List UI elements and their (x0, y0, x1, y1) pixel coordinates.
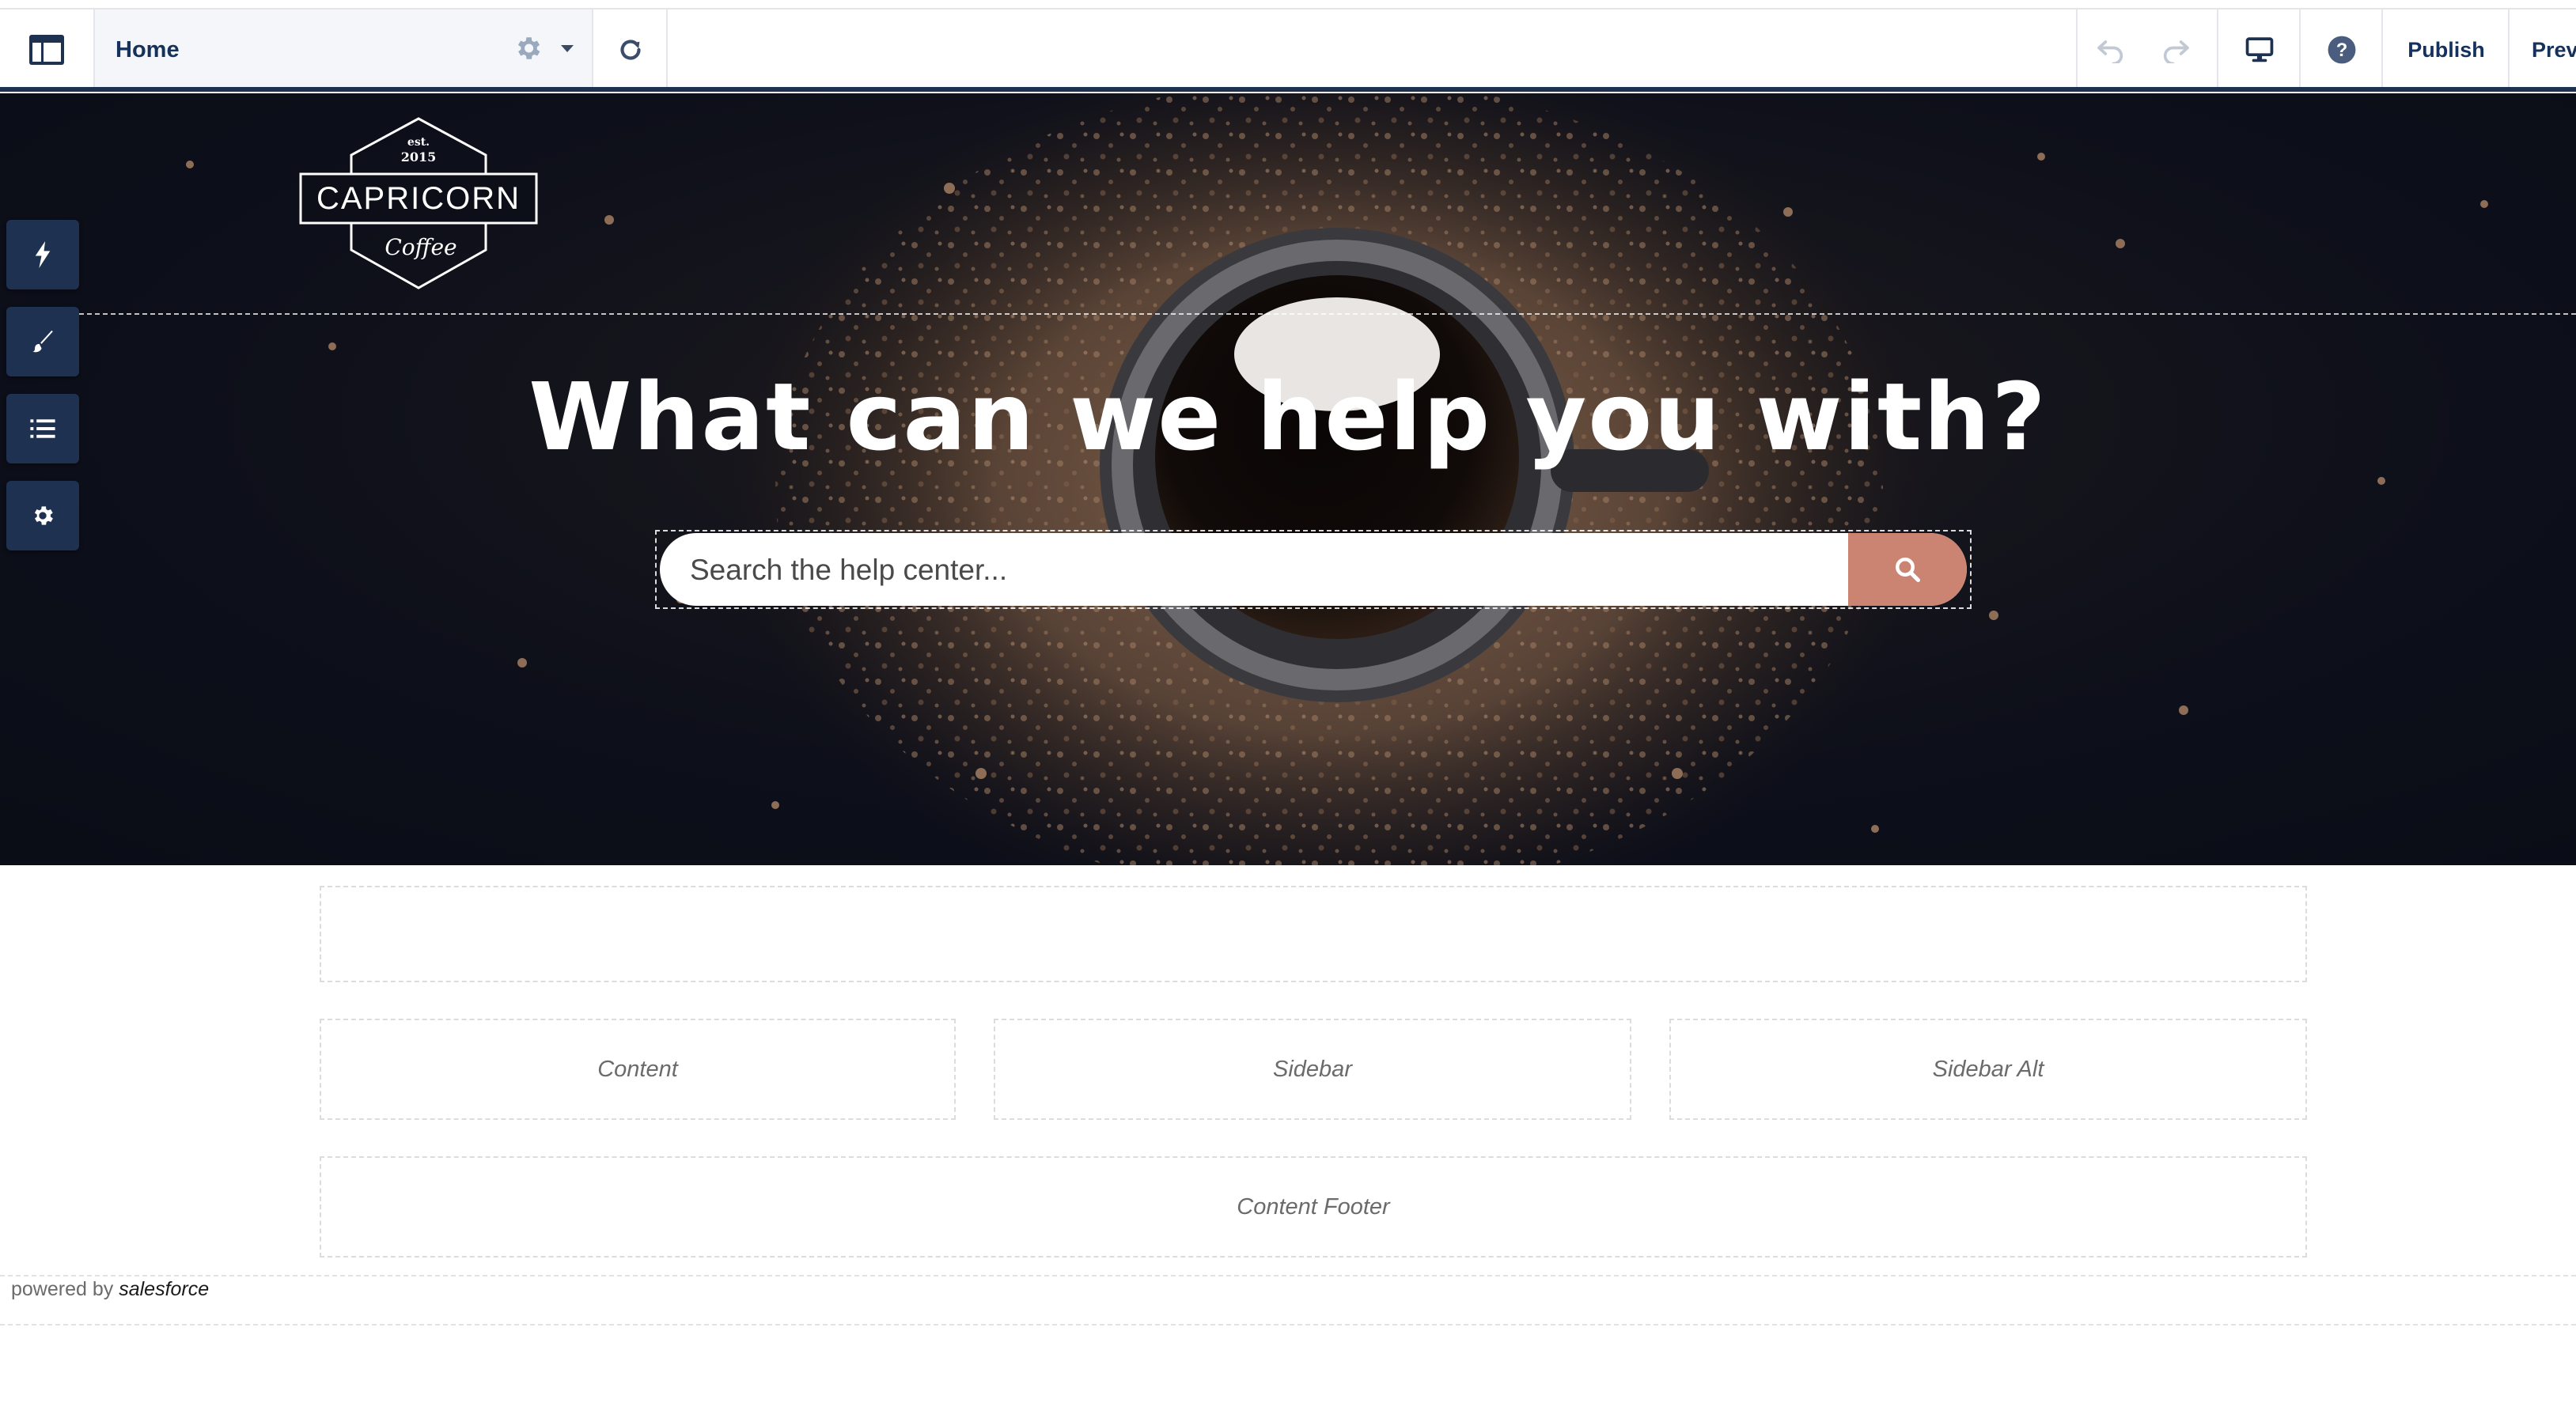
hero-headline: What can we help you with? (528, 362, 2048, 471)
powered-by-footer: powered by salesforce (11, 1278, 209, 1301)
logo-tagline: Coffee (385, 234, 456, 260)
capricorn-coffee-logo[interactable]: est. 2015 CAPRICORN Coffee (296, 115, 541, 293)
search-input[interactable] (688, 533, 1815, 606)
toolbar-divider (592, 9, 593, 90)
salesforce-brand: salesforce (119, 1278, 210, 1300)
gear-icon[interactable] (513, 33, 543, 63)
header-region-guide (79, 313, 2576, 315)
help-button[interactable]: ? (2302, 9, 2381, 90)
hero-section[interactable]: est. 2015 CAPRICORN Coffee What can we h… (0, 93, 2576, 865)
footer-region-guide-bottom (0, 1324, 2576, 1326)
refresh-button[interactable] (595, 9, 666, 90)
redo-icon (2163, 40, 2189, 63)
content-header-region[interactable] (320, 886, 2307, 982)
redo-button[interactable] (2144, 9, 2207, 90)
preview-button[interactable]: Prev (2510, 9, 2576, 90)
footer-region-guide (0, 1275, 2576, 1276)
desktop-icon (2245, 37, 2274, 62)
settings-button[interactable] (6, 481, 79, 550)
search-button[interactable] (1848, 533, 1967, 606)
settings-icon (34, 506, 53, 525)
svg-text:?: ? (2336, 40, 2348, 61)
undo-icon (2097, 40, 2123, 63)
help-center-search[interactable] (660, 533, 1967, 606)
sidebar-alt-region[interactable]: Sidebar Alt (1669, 1019, 2307, 1120)
page-menu-button[interactable] (0, 9, 93, 90)
toolbar-accent-bar (0, 87, 2576, 92)
brush-icon (32, 330, 53, 353)
toolbar-divider (2217, 9, 2218, 90)
logo-est: est. (407, 136, 430, 149)
powered-by-label: powered by (11, 1278, 114, 1300)
content-footer-region[interactable]: Content Footer (320, 1156, 2307, 1257)
publish-button[interactable]: Publish (2385, 9, 2508, 90)
logo-year: 2015 (401, 149, 437, 165)
layout-icon (29, 35, 64, 65)
toolbar-divider (666, 9, 668, 90)
sidebar-region[interactable]: Sidebar (994, 1019, 1631, 1120)
undo-button[interactable] (2079, 9, 2142, 90)
toolbar-divider (2381, 9, 2383, 90)
content-region[interactable]: Content (320, 1019, 956, 1120)
chevron-down-icon[interactable] (560, 44, 574, 54)
device-preview-button[interactable] (2220, 9, 2299, 90)
lightning-icon (35, 241, 51, 268)
components-button[interactable] (6, 220, 79, 289)
builder-toolbar: Home ? Publish Prev (0, 8, 2576, 90)
toolbar-divider (2076, 9, 2078, 90)
search-icon (1896, 558, 1921, 583)
logo-name: CAPRICORN (316, 181, 521, 216)
help-icon: ? (2328, 36, 2356, 64)
refresh-icon (620, 40, 641, 60)
toolbar-divider (2299, 9, 2301, 90)
page-name: Home (116, 36, 180, 62)
